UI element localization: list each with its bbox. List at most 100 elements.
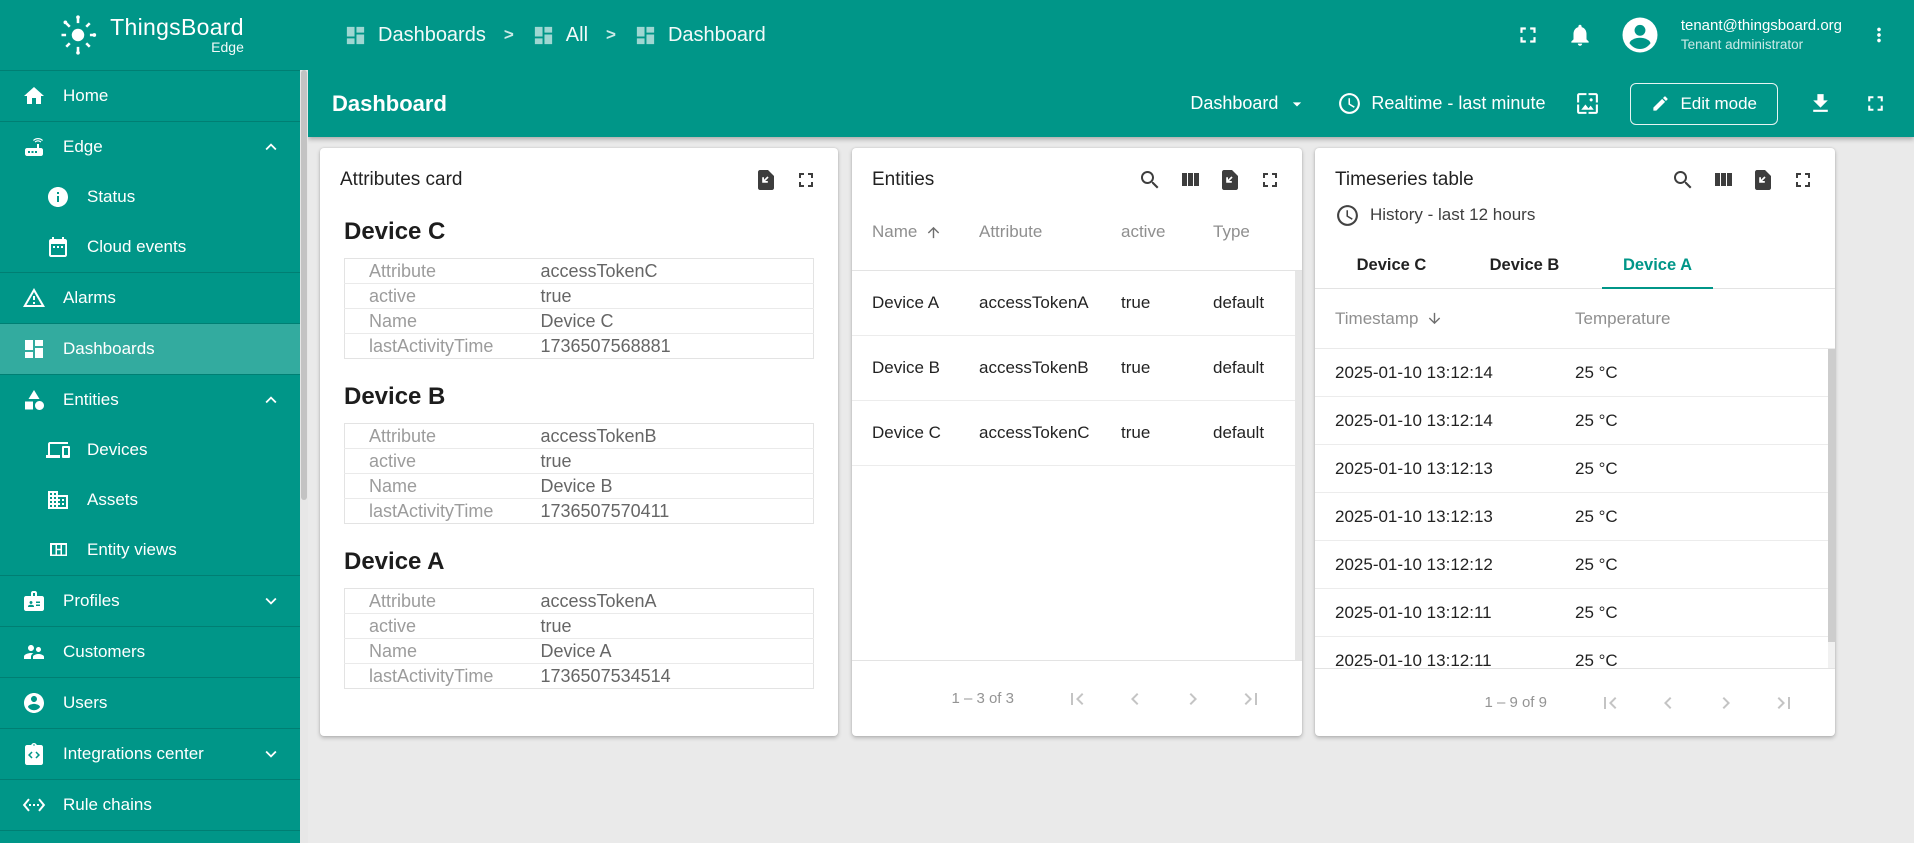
device-name-heading: Device B bbox=[344, 383, 446, 410]
paginator-range: 1 – 3 of 3 bbox=[951, 690, 1014, 707]
sidebar-item-assets[interactable]: Assets bbox=[0, 475, 300, 525]
attr-value: true bbox=[540, 613, 814, 639]
dashboard-icon bbox=[532, 24, 555, 47]
sidebar-item-integrations-center[interactable]: Integrations center bbox=[0, 729, 300, 779]
expand-widget-icon[interactable] bbox=[1791, 168, 1815, 192]
attr-key: Name bbox=[344, 473, 541, 499]
sidebar-item-profiles[interactable]: Profiles bbox=[0, 576, 300, 626]
sidebar-item-status[interactable]: Status bbox=[0, 172, 300, 222]
expand-widget-icon[interactable] bbox=[794, 168, 818, 192]
cell-active: true bbox=[1121, 358, 1151, 377]
column-header-name[interactable]: Name bbox=[872, 222, 979, 242]
breadcrumb-dashboards[interactable]: Dashboards bbox=[344, 24, 486, 47]
fullscreen-icon[interactable] bbox=[1515, 22, 1541, 48]
columns-icon[interactable] bbox=[1711, 168, 1735, 192]
column-header-type[interactable]: Type bbox=[1213, 222, 1282, 242]
search-icon[interactable] bbox=[1138, 168, 1162, 192]
tab-device-c[interactable]: Device C bbox=[1325, 242, 1458, 288]
sidebar-item-label: Devices bbox=[87, 440, 148, 459]
attr-key: Attribute bbox=[369, 425, 437, 446]
timeseries-row[interactable]: 2025-01-10 13:12:13 25 °C bbox=[1315, 445, 1835, 493]
dashboard-state-select[interactable]: Dashboard bbox=[1190, 93, 1307, 114]
attr-value: 1736507534514 bbox=[540, 663, 814, 689]
search-icon[interactable] bbox=[1671, 168, 1695, 192]
history-timewindow[interactable]: History - last 12 hours bbox=[1315, 200, 1835, 230]
timeseries-row[interactable]: 2025-01-10 13:12:11 25 °C bbox=[1315, 637, 1835, 669]
sidebar-item-dashboards[interactable]: Dashboards bbox=[0, 324, 300, 374]
sidebar-item-rule-chains[interactable]: Rule chains bbox=[0, 780, 300, 830]
first-page-icon[interactable] bbox=[1581, 691, 1639, 715]
kebab-menu-icon[interactable] bbox=[1868, 24, 1890, 46]
next-page-icon[interactable] bbox=[1697, 691, 1755, 715]
entity-row[interactable]: Device A accessTokenA true default bbox=[852, 271, 1302, 336]
entities-table-header: Name Attribute active Type bbox=[852, 194, 1302, 271]
dashboard-content: Attributes card Device C Attribute access… bbox=[308, 137, 1914, 843]
table-row: Attribute accessTokenA bbox=[345, 589, 814, 614]
sidebar-item-edge[interactable]: Edge bbox=[0, 122, 300, 172]
timeseries-row[interactable]: 2025-01-10 13:12:11 25 °C bbox=[1315, 589, 1835, 637]
state-label: Dashboard bbox=[1190, 93, 1279, 113]
dashboard-toolbar: Dashboard Dashboard Realtime - last minu… bbox=[308, 70, 1914, 137]
columns-icon[interactable] bbox=[1178, 168, 1202, 192]
sidebar-item-customers[interactable]: Customers bbox=[0, 627, 300, 677]
timewindow-button[interactable]: Realtime - last minute bbox=[1337, 91, 1545, 116]
column-header-active[interactable]: active bbox=[1121, 222, 1213, 242]
timeseries-row[interactable]: 2025-01-10 13:12:14 25 °C bbox=[1315, 349, 1835, 397]
sidebar-item-alarms[interactable]: Alarms bbox=[0, 273, 300, 323]
prev-page-icon[interactable] bbox=[1106, 687, 1164, 711]
last-page-icon[interactable] bbox=[1222, 687, 1280, 711]
timeseries-row[interactable]: 2025-01-10 13:12:13 25 °C bbox=[1315, 493, 1835, 541]
tab-device-a[interactable]: Device A bbox=[1591, 242, 1724, 289]
edit-mode-label: Edit mode bbox=[1680, 93, 1757, 113]
export-widget-icon[interactable] bbox=[754, 168, 778, 192]
table-row: active true bbox=[344, 613, 814, 639]
header-actions: tenant@thingsboard.org Tenant administra… bbox=[1515, 14, 1914, 56]
tab-device-b[interactable]: Device B bbox=[1458, 242, 1591, 288]
export-widget-icon[interactable] bbox=[1751, 168, 1775, 192]
entity-row[interactable]: Device B accessTokenB true default bbox=[852, 336, 1302, 401]
export-widget-icon[interactable] bbox=[1218, 168, 1242, 192]
table-scrollbar-track bbox=[1828, 349, 1835, 668]
sidebar-item-cloud-events[interactable]: Cloud events bbox=[0, 222, 300, 272]
brand-logo: ThingsBoard Edge bbox=[0, 13, 300, 57]
column-header-timestamp[interactable]: Timestamp bbox=[1335, 309, 1575, 329]
sidebar-item-users[interactable]: Users bbox=[0, 678, 300, 728]
entity-row[interactable]: Device C accessTokenC true default bbox=[852, 401, 1302, 466]
cell-timestamp: 2025-01-10 13:12:11 bbox=[1335, 602, 1492, 622]
last-page-icon[interactable] bbox=[1755, 691, 1813, 715]
history-label: History - last 12 hours bbox=[1370, 205, 1536, 224]
attributes-table: Attribute accessTokenC active true Name Dev… bbox=[344, 258, 814, 359]
edit-mode-button[interactable]: Edit mode bbox=[1630, 82, 1778, 125]
sidebar-item-label: Rule chains bbox=[63, 795, 152, 814]
timeseries-row[interactable]: 2025-01-10 13:12:14 25 °C bbox=[1315, 397, 1835, 445]
column-header-temperature[interactable]: Temperature bbox=[1575, 309, 1815, 329]
fullscreen-icon[interactable] bbox=[1863, 91, 1888, 116]
sidebar-item-devices[interactable]: Devices bbox=[0, 425, 300, 475]
attr-value: true bbox=[540, 448, 814, 474]
table-scrollbar-thumb[interactable] bbox=[1828, 349, 1835, 643]
sidebar-item-entity-views[interactable]: Entity views bbox=[0, 525, 300, 575]
download-icon[interactable] bbox=[1808, 91, 1833, 116]
expand-widget-icon[interactable] bbox=[1258, 168, 1282, 192]
timeseries-table-widget: Timeseries table History - last 12 hours… bbox=[1315, 148, 1835, 736]
sidebar-item-home[interactable]: Home bbox=[0, 71, 300, 121]
wallpaper-image-icon[interactable] bbox=[1575, 91, 1600, 116]
table-row: Attribute accessTokenC bbox=[345, 259, 814, 284]
timeseries-row[interactable]: 2025-01-10 13:12:12 25 °C bbox=[1315, 541, 1835, 589]
cell-timestamp: 2025-01-10 13:12:14 bbox=[1335, 410, 1493, 430]
devices-icon bbox=[46, 438, 70, 462]
table-scrollbar-thumb[interactable] bbox=[1295, 271, 1302, 660]
user-role: Tenant administrator bbox=[1680, 36, 1804, 52]
column-label: Name bbox=[872, 222, 918, 241]
breadcrumb-all[interactable]: All bbox=[532, 24, 588, 47]
user-avatar[interactable] bbox=[1619, 14, 1661, 56]
sidebar-item-entities[interactable]: Entities bbox=[0, 375, 300, 425]
prev-page-icon[interactable] bbox=[1639, 691, 1697, 715]
next-page-icon[interactable] bbox=[1164, 687, 1222, 711]
attributes-card-widget: Attributes card Device C Attribute access… bbox=[320, 148, 838, 736]
first-page-icon[interactable] bbox=[1048, 687, 1106, 711]
notifications-bell-icon[interactable] bbox=[1567, 22, 1593, 48]
breadcrumb-dashboard[interactable]: Dashboard bbox=[634, 24, 766, 47]
sidebar-scrollbar-thumb[interactable] bbox=[301, 70, 307, 500]
column-header-attribute[interactable]: Attribute bbox=[979, 222, 1121, 242]
